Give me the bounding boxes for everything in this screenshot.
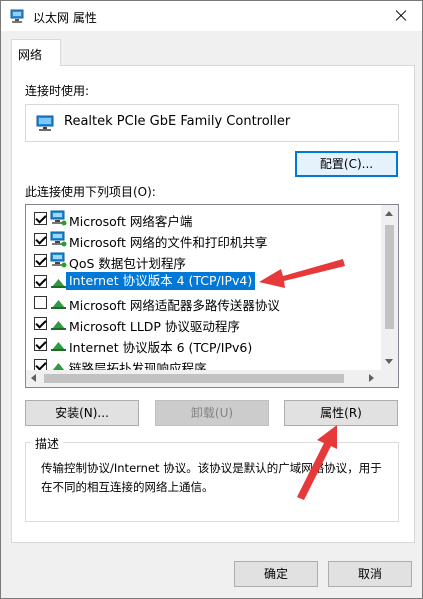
item-label: Microsoft LLDP 协议驱动程序 [69, 319, 240, 334]
scroll-left-icon[interactable] [31, 374, 36, 382]
item-label: Microsoft 网络的文件和打印机共享 [69, 235, 268, 250]
list-item[interactable]: QoS 数据包计划程序 [26, 250, 382, 271]
scroll-thumb[interactable] [385, 225, 394, 329]
list-item[interactable]: Microsoft LLDP 协议驱动程序 [26, 313, 382, 334]
scroll-thumb[interactable] [44, 374, 344, 383]
scroll-down-icon[interactable] [385, 359, 393, 364]
protocol-icon [51, 321, 66, 330]
vertical-scrollbar[interactable] [381, 205, 398, 371]
item-checkbox[interactable] [34, 233, 47, 246]
description-text: 传输控制协议/Internet 协议。该协议是默认的广域网络协议，用于在不同的相… [41, 461, 382, 494]
list-item[interactable]: Internet 协议版本 6 (TCP/IPv6) [26, 334, 382, 355]
scrollbar-corner [381, 370, 398, 387]
network-client-icon [50, 231, 67, 247]
network-adapter-icon [10, 9, 24, 23]
scroll-right-icon[interactable] [369, 374, 374, 382]
item-checkbox[interactable] [34, 212, 47, 225]
properties-window: 以太网 属性 网络 连接时使用: Realtek PCIe GbE Family… [0, 0, 423, 599]
item-label: QoS 数据包计划程序 [69, 256, 186, 271]
item-label: Microsoft 网络客户端 [69, 214, 193, 229]
configure-button[interactable]: 配置(C)... [295, 151, 398, 177]
description-title: 描述 [31, 435, 64, 452]
protocol-icon [51, 300, 66, 309]
network-client-icon [50, 210, 67, 226]
connect-using-label: 连接时使用: [25, 84, 90, 98]
item-checkbox[interactable] [34, 338, 47, 351]
close-icon[interactable] [378, 1, 422, 31]
list-item[interactable]: Microsoft 网络适配器多路传送器协议 [26, 292, 382, 313]
horizontal-scrollbar[interactable] [26, 370, 382, 387]
list-item[interactable]: Microsoft 网络客户端 [26, 208, 382, 229]
tab-label: 网络 [18, 48, 43, 62]
item-checkbox[interactable] [34, 296, 47, 309]
install-button[interactable]: 安装(N)... [25, 400, 139, 426]
network-client-icon [50, 252, 67, 268]
item-checkbox[interactable] [34, 275, 47, 288]
scroll-up-icon[interactable] [385, 211, 393, 216]
item-checkbox[interactable] [34, 317, 47, 330]
item-label: Internet 协议版本 4 (TCP/IPv4) [66, 272, 256, 290]
item-label: Microsoft 网络适配器多路传送器协议 [69, 298, 280, 313]
uninstall-button[interactable]: 卸载(U) [155, 400, 269, 426]
protocol-icon [51, 279, 66, 288]
title-bar: 以太网 属性 [1, 1, 422, 31]
network-card-icon [36, 115, 54, 131]
adapter-name: Realtek PCIe GbE Family Controller [64, 114, 291, 129]
cancel-button[interactable]: 取消 [328, 561, 412, 587]
item-label: Internet 协议版本 6 (TCP/IPv6) [69, 340, 253, 355]
items-label: 此连接使用下列项目(O): [25, 185, 156, 199]
item-checkbox[interactable] [34, 254, 47, 267]
tab-network[interactable]: 网络 [11, 39, 61, 66]
properties-button[interactable]: 属性(R) [284, 400, 398, 426]
list-item[interactable]: Microsoft 网络的文件和打印机共享 [26, 229, 382, 250]
items-listbox[interactable]: Microsoft 网络客户端 Microsoft 网络的文件和打印机共享 Qo… [25, 204, 399, 388]
list-item-selected[interactable]: Internet 协议版本 4 (TCP/IPv4) [26, 271, 382, 292]
protocol-icon [51, 342, 66, 351]
window-title: 以太网 属性 [33, 11, 97, 25]
adapter-box: Realtek PCIe GbE Family Controller [25, 104, 399, 142]
ok-button[interactable]: 确定 [234, 561, 318, 587]
